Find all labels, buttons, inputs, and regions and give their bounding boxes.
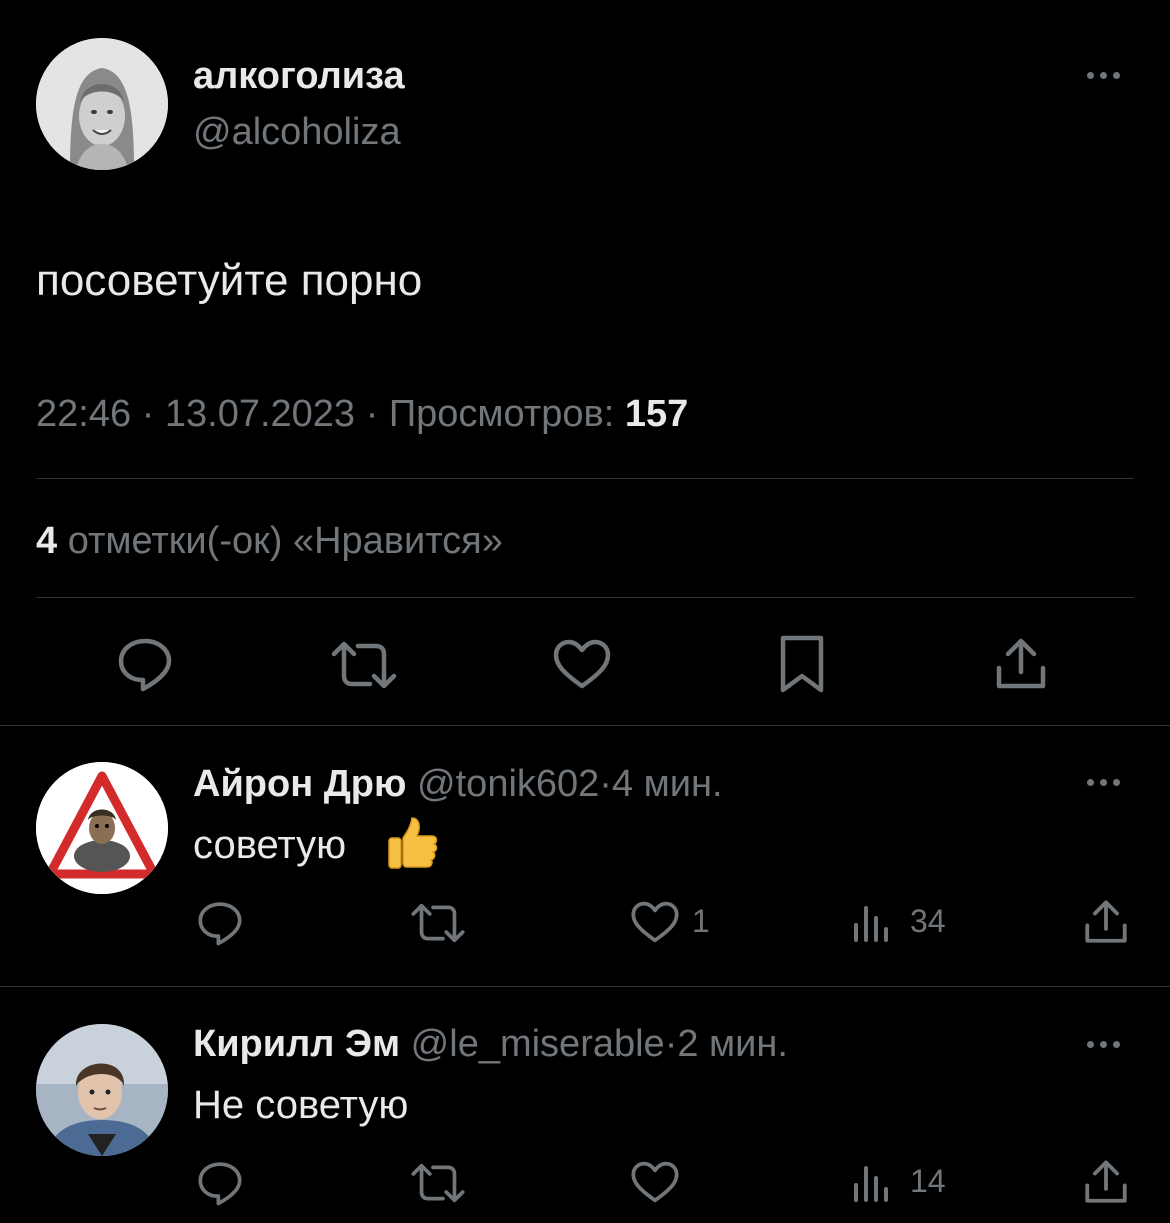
divider [0,986,1170,987]
tweet-text: посоветуйте порно [36,256,423,305]
reply-view-count: 34 [910,903,946,939]
author-handle[interactable]: @alcoholiza [193,111,401,154]
meta-separator: · [664,1023,678,1065]
like-icon[interactable] [630,1160,680,1204]
reply-view-count: 14 [910,1163,946,1199]
share-icon[interactable] [994,636,1048,692]
tweet-time[interactable]: 22:46 [36,393,131,435]
reply-text-line: советую 👍 [193,823,346,868]
more-icon[interactable] [1087,72,1120,79]
like-icon[interactable] [630,900,680,944]
retweet-icon[interactable] [410,902,466,944]
views-icon[interactable] [852,1163,892,1203]
meta-separator: · [141,393,155,435]
reply-time[interactable]: 2 мин. [677,1023,788,1065]
tweet-meta: 22:46 · 13.07.2023 · Просмотров: 157 [36,393,688,436]
divider [0,725,1170,726]
reply-header: Айрон Дрю @tonik602·4 мин. [193,763,723,806]
reply-icon[interactable] [196,1160,244,1206]
tweet-date[interactable]: 13.07.2023 [165,393,355,435]
like-icon[interactable] [552,638,612,690]
warning-sign-avatar-image [36,762,168,894]
meta-separator: · [365,393,379,435]
likes-summary[interactable]: 4 отметки(-ок) «Нравится» [36,520,503,563]
reply-author-name[interactable]: Кирилл Эм [193,1023,400,1065]
views-icon[interactable] [852,903,892,943]
reply-icon[interactable] [196,900,244,946]
meta-separator: · [599,763,612,805]
divider [36,597,1134,598]
reply-like-count: 1 [692,903,710,939]
more-icon[interactable] [1087,1041,1120,1048]
likes-label: отметки(-ок) «Нравится» [67,520,503,562]
reply-text: Не советую [193,1083,409,1127]
avatar-photo-image [36,38,168,170]
reply-author-name[interactable]: Айрон Дрю [193,763,406,805]
reply-time[interactable]: 4 мин. [612,763,723,805]
likes-count: 4 [36,520,58,562]
thumbs-up-icon [383,814,441,872]
reply-avatar[interactable] [36,1024,168,1156]
retweet-icon[interactable] [330,640,398,690]
share-icon[interactable] [1083,1158,1129,1206]
avatar-photo-image [36,1024,168,1156]
reply-icon[interactable] [116,636,174,692]
reply-header: Кирилл Эм @le_miserable·2 мин. [193,1023,788,1066]
more-icon[interactable] [1087,779,1120,786]
views-label: Просмотров: [388,393,615,435]
divider [36,478,1134,479]
author-avatar[interactable] [36,38,168,170]
retweet-icon[interactable] [410,1162,466,1204]
reply-author-handle[interactable]: @tonik602 [417,763,599,805]
share-icon[interactable] [1083,898,1129,946]
bookmark-icon[interactable] [779,634,825,694]
reply-text: советую [193,823,347,867]
reply-author-handle[interactable]: @le_miserable [411,1023,665,1065]
author-name[interactable]: алкоголиза [193,55,405,98]
views-count: 157 [624,393,689,435]
reply-avatar[interactable] [36,762,168,894]
